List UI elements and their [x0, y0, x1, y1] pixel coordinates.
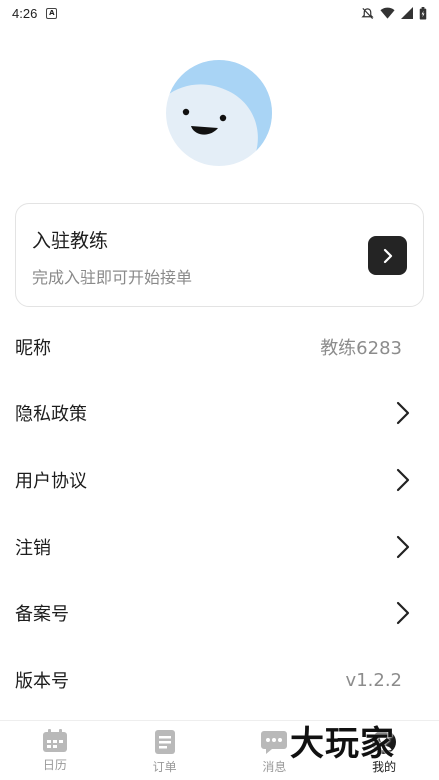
cancel-account-row[interactable]: 注销	[15, 527, 410, 567]
record-number-row[interactable]: 备案号	[15, 593, 410, 633]
calendar-icon	[42, 729, 67, 752]
tab-orders-label: 订单	[152, 760, 177, 774]
chat-icon	[261, 731, 288, 754]
mute-icon	[361, 7, 374, 19]
avatar[interactable]	[166, 60, 272, 166]
record-number-label: 备案号	[15, 604, 69, 625]
version-label: 版本号	[15, 671, 69, 692]
cancel-account-label: 注销	[15, 538, 51, 559]
join-coach-subtitle: 完成入驻即可开始接单	[32, 268, 193, 287]
user-agreement-row[interactable]: 用户协议	[15, 460, 410, 500]
join-coach-card[interactable]: 入驻教练 完成入驻即可开始接单	[15, 203, 424, 307]
join-coach-title: 入驻教练	[32, 230, 109, 252]
privacy-policy-row[interactable]: 隐私政策	[15, 393, 410, 433]
tab-orders[interactable]: 订单	[110, 721, 220, 780]
nickname-row[interactable]: 昵称 教练6283	[15, 327, 410, 367]
version-value: v1.2.2	[345, 669, 402, 691]
version-row: 版本号 v1.2.2	[15, 660, 410, 700]
wifi-icon	[380, 7, 395, 19]
nickname-value: 教练6283	[320, 338, 402, 359]
user-agreement-label: 用户协议	[15, 471, 87, 492]
signal-icon	[401, 7, 413, 19]
nickname-label: 昵称	[15, 338, 51, 359]
status-time: 4:26	[12, 5, 38, 21]
status-icons	[361, 6, 427, 20]
tab-calendar[interactable]: 日历	[0, 721, 110, 780]
chevron-right-icon	[390, 401, 410, 425]
smiley-avatar-icon	[166, 60, 272, 166]
privacy-policy-label: 隐私政策	[15, 404, 87, 425]
chevron-right-icon	[390, 601, 410, 625]
chevron-right-icon	[390, 535, 410, 559]
notification-a-icon: A	[46, 7, 58, 19]
document-icon	[154, 730, 175, 754]
battery-icon	[419, 6, 427, 20]
watermark-logo: 大玩家	[290, 724, 395, 764]
status-bar: 4:26 A	[0, 0, 439, 26]
tab-calendar-label: 日历	[42, 758, 67, 772]
chevron-right-icon	[390, 468, 410, 492]
chevron-right-icon	[383, 248, 392, 263]
join-coach-button[interactable]	[368, 236, 407, 275]
tab-messages-label: 消息	[262, 760, 287, 774]
